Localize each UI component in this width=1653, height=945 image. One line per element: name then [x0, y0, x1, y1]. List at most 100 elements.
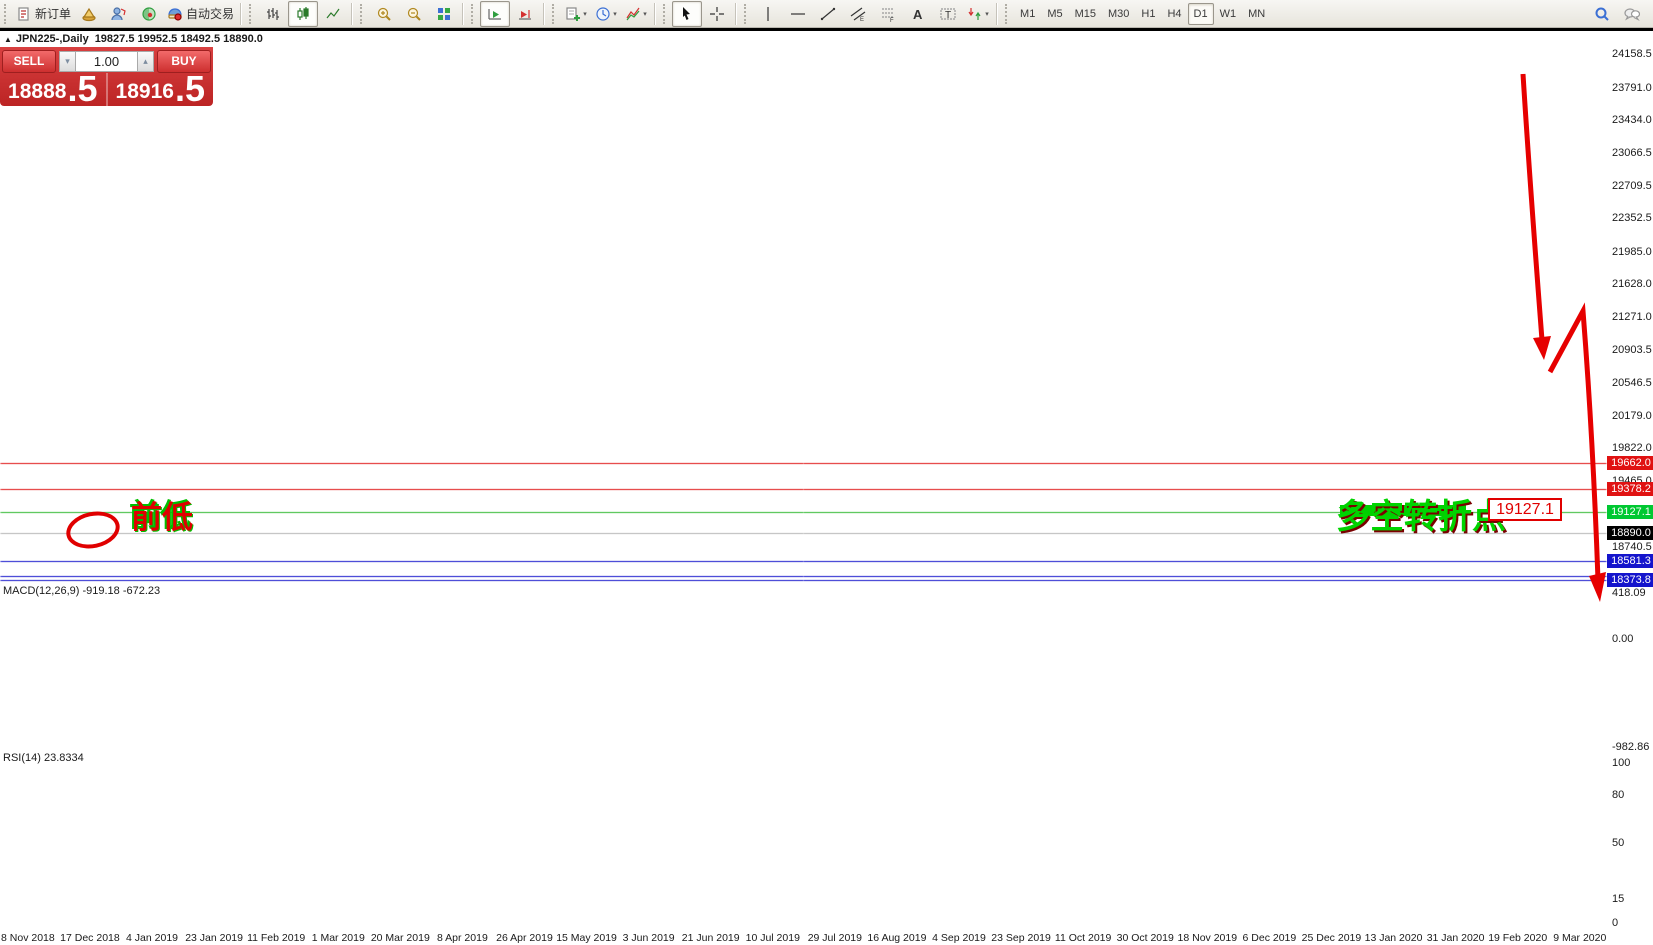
timeframe-h1[interactable]: H1 [1135, 3, 1161, 25]
shift-icon [517, 6, 533, 22]
toolbar-grip[interactable] [1005, 4, 1011, 24]
history-button[interactable] [74, 1, 104, 27]
fibonacci-button[interactable]: F [873, 1, 903, 27]
new-order-button[interactable]: 新订单 [13, 1, 74, 27]
horizontal-line-button[interactable] [783, 1, 813, 27]
toolbar-grip[interactable] [471, 4, 477, 24]
date-tick-label: 18 Nov 2019 [1178, 932, 1238, 944]
previous-low-annotation[interactable]: 前低 [131, 492, 193, 537]
doc-icon [16, 6, 32, 22]
sell-price: 18888.5 [0, 73, 106, 106]
svg-text:E: E [860, 17, 864, 22]
arrows-button[interactable]: ▾ [963, 1, 993, 27]
profile-button[interactable] [104, 1, 134, 27]
toolbar: 新订单自动交易▾▾▾EFAT▾M1M5M15M30H1H4D1W1MN [0, 0, 1653, 28]
timeframe-mn[interactable]: MN [1242, 3, 1271, 25]
date-tick-label: 10 Jul 2019 [746, 932, 800, 944]
crosshair-button[interactable] [702, 1, 732, 27]
timeframe-m30[interactable]: M30 [1102, 3, 1135, 25]
price-tick-label: 20903.5 [1612, 344, 1652, 356]
chat-button[interactable] [1617, 1, 1647, 27]
one-click-trading-panel: SELL ▾ 1.00 ▴ BUY 18888.5 18916.5 [0, 47, 213, 106]
newchart-icon [565, 6, 581, 22]
price-tick-label: 20179.0 [1612, 410, 1652, 422]
date-tick-label: 4 Jan 2019 [126, 932, 178, 944]
sell-button[interactable]: SELL [2, 50, 56, 73]
mt4-terminal: 新订单自动交易▾▾▾EFAT▾M1M5M15M30H1H4D1W1MN ▲JPN… [0, 0, 1653, 945]
rsi-tick-label: 80 [1612, 789, 1624, 801]
date-tick-label: 9 Mar 2020 [1553, 932, 1606, 944]
timeframe-h4[interactable]: H4 [1161, 3, 1187, 25]
toolbar-grip[interactable] [249, 4, 255, 24]
trendline-button[interactable] [813, 1, 843, 27]
macd-tick-label: 0.00 [1612, 633, 1633, 645]
line-chart-button[interactable] [318, 1, 348, 27]
rsi-tick-label: 0 [1612, 917, 1618, 929]
toolbar-grip[interactable] [552, 4, 558, 24]
pivot-price-label[interactable]: 19127.1 [1488, 498, 1562, 521]
price-tick-label: 23066.5 [1612, 147, 1652, 159]
text-label-button[interactable]: T [933, 1, 963, 27]
volume-increase-button[interactable]: ▴ [137, 51, 154, 72]
toolbar-separator [351, 3, 353, 25]
zoom-in-button[interactable] [369, 1, 399, 27]
svg-text:F: F [890, 18, 894, 22]
date-tick-label: 1 Mar 2019 [312, 932, 365, 944]
new-chart-button[interactable]: ▾ [561, 1, 591, 27]
pivot-annotation[interactable]: 多空转折点 [1336, 489, 1506, 538]
vertical-line-button[interactable] [753, 1, 783, 27]
rsi-tick-label: 50 [1612, 837, 1624, 849]
collapse-icon[interactable]: ▲ [4, 35, 12, 44]
timeframe-m1[interactable]: M1 [1014, 3, 1041, 25]
macd-tick-label: 418.09 [1612, 587, 1646, 599]
candlestick-button[interactable] [288, 1, 318, 27]
indicator-icon [625, 6, 641, 22]
fibo-icon: F [880, 6, 896, 22]
bars-icon [265, 6, 281, 22]
autotrade-button[interactable]: 自动交易 [164, 1, 237, 27]
date-tick-label: 6 Dec 2019 [1243, 932, 1297, 944]
periods-button[interactable]: ▾ [591, 1, 621, 27]
templates-button[interactable]: ▾ [621, 1, 651, 27]
timeframe-m15[interactable]: M15 [1069, 3, 1102, 25]
text-button[interactable]: A [903, 1, 933, 27]
toolbar-grip[interactable] [744, 4, 750, 24]
date-tick-label: 21 Jun 2019 [682, 932, 740, 944]
chart-canvas[interactable] [0, 0, 1653, 945]
globe-icon [141, 6, 157, 22]
zoom-out-button[interactable] [399, 1, 429, 27]
bar-chart-button[interactable] [258, 1, 288, 27]
autoscroll-icon [487, 6, 503, 22]
zoomout-icon [406, 6, 422, 22]
toolbar-grip[interactable] [663, 4, 669, 24]
date-tick-label: 13 Jan 2020 [1365, 932, 1423, 944]
auto-scroll-button[interactable] [480, 1, 510, 27]
price-badge: 19378.2 [1607, 482, 1653, 496]
toolbar-separator [462, 3, 464, 25]
timeframe-m5[interactable]: M5 [1041, 3, 1068, 25]
channel-button[interactable]: E [843, 1, 873, 27]
macd-tick-label: -982.86 [1612, 741, 1649, 753]
toolbar-separator [996, 3, 998, 25]
timeframe-w1[interactable]: W1 [1214, 3, 1243, 25]
channel-icon: E [850, 6, 866, 22]
dropdown-arrow-icon: ▾ [985, 10, 989, 18]
price-tick-label: 21628.0 [1612, 278, 1652, 290]
date-tick-label: 19 Feb 2020 [1488, 932, 1547, 944]
chart-shift-button[interactable] [510, 1, 540, 27]
toolbar-grip[interactable] [360, 4, 366, 24]
price-tick-label: 21985.0 [1612, 246, 1652, 258]
crosshair-icon [709, 6, 725, 22]
clock-icon [595, 6, 611, 22]
label-icon: T [940, 6, 956, 22]
symbol-period-label: JPN225-,Daily [16, 33, 89, 45]
tile-windows-button[interactable] [429, 1, 459, 27]
price-tick-label: 22352.5 [1612, 212, 1652, 224]
toolbar-grip[interactable] [4, 4, 10, 24]
rsi-label: RSI(14) 23.8334 [3, 752, 84, 764]
connection-button[interactable] [134, 1, 164, 27]
search-button[interactable] [1587, 1, 1617, 27]
timeframe-d1[interactable]: D1 [1188, 3, 1214, 25]
toolbar-separator [735, 3, 737, 25]
cursor-button[interactable] [672, 1, 702, 27]
